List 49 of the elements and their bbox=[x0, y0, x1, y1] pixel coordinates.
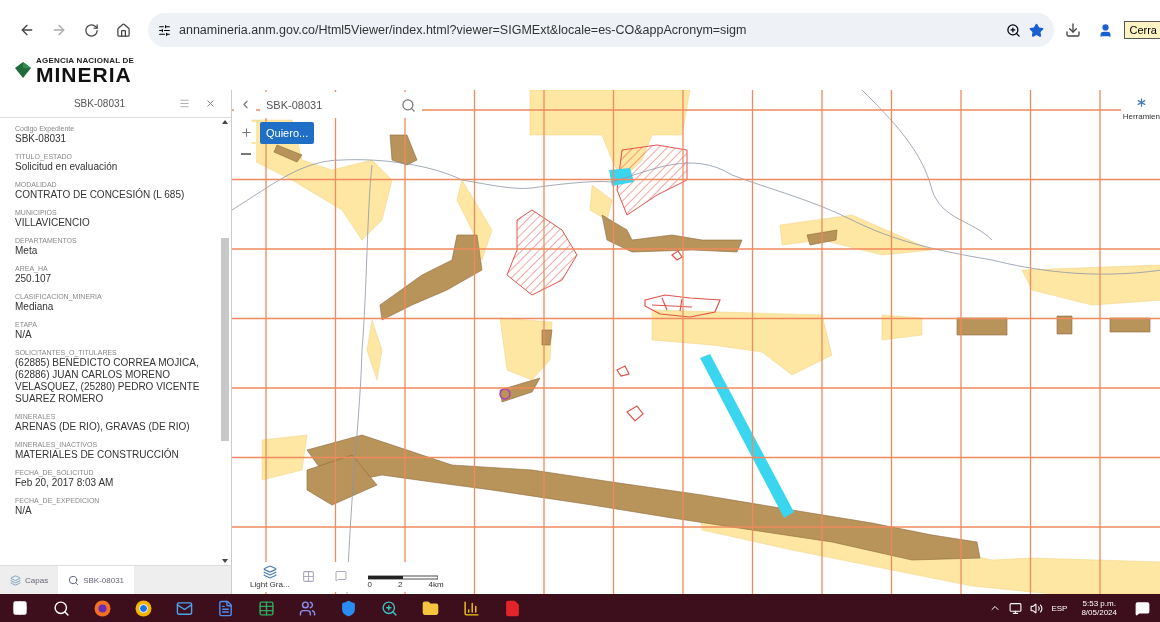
clock-date[interactable]: 8/05/2024 bbox=[1081, 608, 1117, 617]
profile-button[interactable]: Cerra bbox=[1124, 21, 1160, 39]
clock-time[interactable]: 5:53 p.m. bbox=[1082, 599, 1116, 608]
url-text: annamineria.anm.gov.co/Html5Viewer/index.html?viewer=SIGMExt&locale=es-CO&appAcronym=sigm bbox=[179, 23, 748, 37]
search-icon bbox=[68, 574, 80, 586]
field-value: ARENAS (DE RIO), GRAVAS (DE RIO) bbox=[15, 421, 191, 433]
minus-icon bbox=[241, 153, 251, 155]
logo-title: MINERIA bbox=[36, 64, 132, 85]
field-value: N/A bbox=[15, 505, 33, 517]
field-value: 250.107 bbox=[15, 273, 53, 285]
scale-bar-icon bbox=[367, 575, 438, 580]
field-value: Meta bbox=[15, 245, 39, 257]
plus-icon bbox=[239, 125, 253, 139]
address-bar[interactable]: annamineria.anm.gov.co/Html5Viewer/index.html?viewer=SIGMExt&locale=es-CO&appAcronym=sigm bbox=[148, 13, 1055, 47]
round-browser-icon[interactable] bbox=[133, 598, 153, 618]
network-icon[interactable] bbox=[1009, 601, 1023, 615]
scale-label: 4km bbox=[428, 580, 444, 589]
magnifier-app-icon[interactable] bbox=[379, 598, 399, 618]
field-value: Feb 20, 2017 8:03 AM bbox=[15, 477, 115, 489]
search-icon[interactable] bbox=[51, 598, 71, 618]
scale-label: 2 bbox=[398, 580, 403, 589]
speaker-icon[interactable] bbox=[1030, 601, 1044, 615]
basemap-button[interactable]: Light Gra... bbox=[250, 565, 290, 589]
field-value: Solicitud en evaluación bbox=[15, 161, 119, 173]
scale-label: 0 bbox=[367, 580, 373, 589]
star-icon[interactable] bbox=[1029, 22, 1045, 38]
site-settings-icon[interactable] bbox=[158, 23, 171, 37]
field-value: Mediana bbox=[15, 301, 55, 313]
field-value: CONTRATO DE CONCESIÓN (L 685) bbox=[15, 189, 186, 201]
field-value: VILLAVICENCIO bbox=[15, 217, 91, 229]
field-value: SBK-08031 bbox=[15, 133, 68, 145]
search-icon bbox=[400, 97, 416, 113]
search-field[interactable]: SBK-08031 bbox=[260, 92, 394, 118]
layers-icon bbox=[10, 574, 21, 586]
folder-icon[interactable] bbox=[420, 598, 440, 618]
panel-title: SBK-08031 bbox=[72, 98, 127, 109]
panel-tab[interactable]: SBK-08031 bbox=[58, 566, 135, 594]
field-value: (62885) BENEDICTO CORREA MOJICA, (62886) JUAN CARLOS MORENO VELASQUEZ, (25280) PEDRO VICENTE SUAREZ ROMERO bbox=[15, 357, 201, 405]
spreadsheet-icon[interactable] bbox=[256, 598, 276, 618]
notification-icon[interactable] bbox=[1135, 600, 1150, 616]
diamond-logo-icon bbox=[14, 61, 32, 79]
field-value: N/A bbox=[15, 329, 33, 341]
quiero-button[interactable]: Quiero... bbox=[260, 122, 315, 144]
layers-icon bbox=[262, 565, 277, 579]
language-indicator[interactable]: ESP bbox=[1051, 603, 1068, 613]
agency-label: AGENCIA NACIONAL DE bbox=[36, 55, 135, 65]
field-value: MATERIALES DE CONSTRUCCIÓN bbox=[15, 449, 180, 461]
zoom-icon[interactable] bbox=[1006, 22, 1022, 38]
team-chat-icon[interactable] bbox=[297, 598, 317, 618]
